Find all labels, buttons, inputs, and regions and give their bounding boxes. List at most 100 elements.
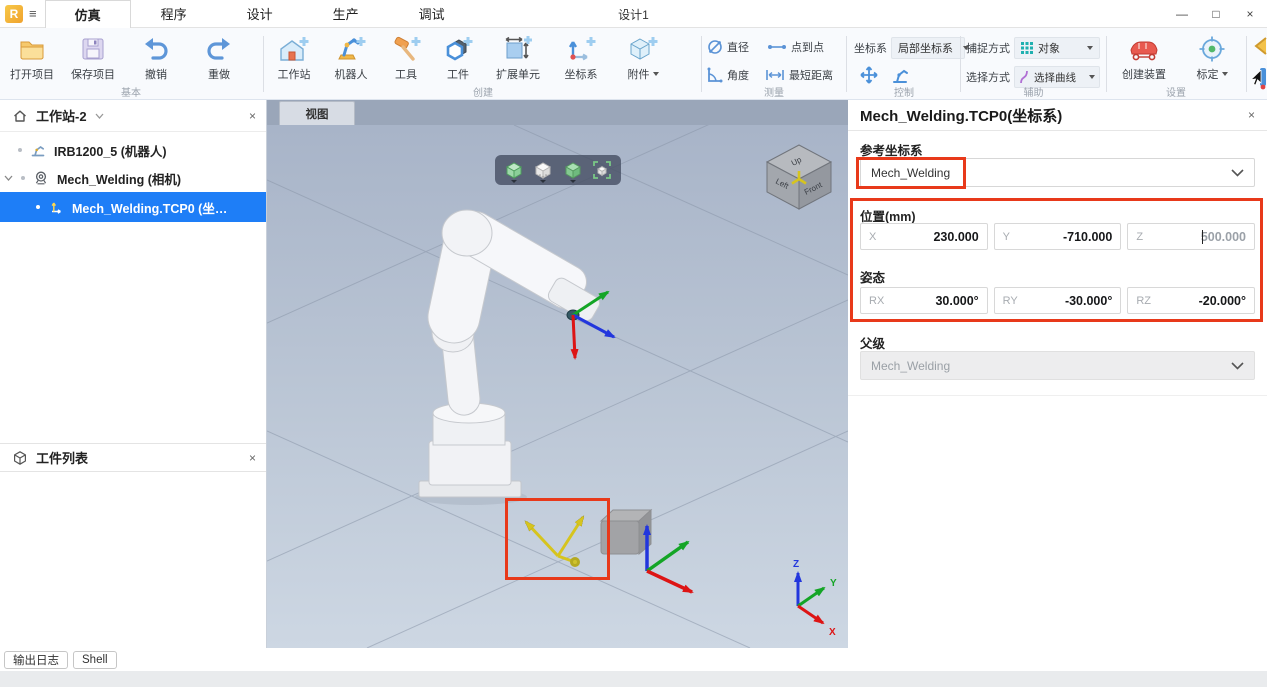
statusbar (0, 671, 1267, 687)
measure-diameter-button[interactable]: 直径 (707, 39, 749, 55)
view-isometric-button[interactable] (501, 157, 527, 183)
nav-axes: Z Y X (793, 559, 837, 638)
add-frame-button[interactable]: 坐标系 (552, 33, 610, 82)
redo-button[interactable]: 重做 (188, 33, 250, 82)
close-workpiece-panel-button[interactable]: × (249, 451, 256, 465)
shell-tab[interactable]: Shell (73, 650, 117, 669)
frame-mode-select[interactable]: 局部坐标系 (891, 37, 969, 59)
frame-mode-label: 坐标系 (854, 43, 887, 55)
zoom-fit-button[interactable] (589, 157, 615, 183)
attachment-cube-icon (628, 35, 658, 63)
curve-icon (1019, 70, 1029, 84)
add-robot-button[interactable]: 机器人 (322, 33, 380, 82)
position-fields: X 230.000 Y -710.000 Z 500.000 (860, 223, 1256, 250)
ribbon: 打开项目 保存项目 撤销 重做 基本 工作站 机器人 工具 工件 扩展单元 坐标… (0, 28, 1267, 100)
workpiece-icon (443, 35, 473, 63)
view-cube[interactable]: Up Left Front (765, 144, 833, 210)
chevron-down-icon (1231, 168, 1244, 177)
tab-simulation[interactable]: 仿真 (44, 0, 131, 28)
folder-icon (18, 35, 46, 63)
tab-debug[interactable]: 调试 (389, 0, 475, 27)
close-properties-panel-button[interactable]: × (1248, 108, 1255, 122)
snap-mode-label: 捕捉方式 (966, 43, 1010, 55)
sidebar: 工作站-2 × IRB1200_5 (机器人) Mech_Welding (相机… (0, 100, 267, 648)
tab-production[interactable]: 生产 (303, 0, 389, 27)
workstation-tree-header: 工作站-2 × (0, 100, 266, 132)
add-tool-button[interactable]: 工具 (380, 33, 432, 82)
tree-item-tcp0[interactable]: Mech_Welding.TCP0 (坐… (0, 192, 266, 222)
car-icon (1127, 35, 1161, 63)
position-y-input[interactable]: Y -710.000 (993, 223, 1122, 250)
close-button[interactable]: × (1233, 0, 1267, 28)
titlebar: R ≡ 仿真 程序 设计 生产 调试 设计1 — □ × (0, 0, 1267, 28)
world-frame-triad (643, 524, 694, 594)
tree-item-robot[interactable]: IRB1200_5 (机器人) (0, 136, 266, 164)
cube-outline-icon (12, 450, 28, 466)
posture-rx-input[interactable]: RX 30.000° (860, 287, 988, 314)
measure-shortest-distance-button[interactable]: 最短距离 (765, 67, 833, 83)
posture-ry-input[interactable]: RY -30.000° (993, 287, 1122, 314)
svg-text:X: X (829, 627, 836, 638)
workpiece-list-title: 工件列表 (36, 451, 89, 466)
undo-button[interactable]: 撤销 (124, 33, 188, 82)
maximize-button[interactable]: □ (1199, 0, 1233, 28)
undo-icon (142, 35, 170, 63)
app-logo-icon[interactable]: R (5, 4, 23, 23)
chevron-down-icon (1231, 361, 1244, 370)
close-tree-panel-button[interactable]: × (249, 109, 256, 123)
snap-mode-select[interactable]: 对象 (1014, 37, 1100, 59)
shortest-distance-icon (765, 69, 785, 81)
add-workpiece-button[interactable]: 工件 (432, 33, 484, 82)
move-icon[interactable] (860, 66, 878, 84)
measure-angle-button[interactable]: 角度 (707, 67, 749, 83)
tab-design[interactable]: 设计 (217, 0, 303, 27)
jog-robot-icon[interactable] (892, 66, 910, 84)
expand-chevron-icon[interactable] (4, 175, 13, 181)
add-workstation-button[interactable]: 工作站 (266, 33, 322, 82)
viewport: 视图 Up Left Front Z Y X (267, 100, 848, 648)
camera-box (599, 508, 653, 556)
posture-label: 姿态 (860, 271, 886, 285)
home-icon (12, 108, 28, 124)
position-z-input[interactable]: Z 500.000 (1127, 223, 1256, 250)
add-attachment-button[interactable]: 附件 (610, 33, 676, 82)
yellow-path-marker (524, 515, 585, 567)
properties-panel-title: Mech_Welding.TCP0(坐标系) (860, 107, 1063, 125)
extension-icon (503, 35, 533, 63)
tree-item-camera[interactable]: Mech_Welding (相机) (0, 164, 266, 192)
save-project-button[interactable]: 保存项目 (62, 33, 124, 82)
calibrate-dropdown-caret[interactable] (1221, 72, 1228, 76)
reference-frame-select[interactable]: Mech_Welding (860, 158, 1255, 187)
add-extension-unit-button[interactable]: 扩展单元 (484, 33, 552, 82)
attachment-dropdown-caret[interactable] (652, 72, 659, 76)
viewport-tab-view[interactable]: 视图 (279, 101, 355, 125)
hamburger-menu-icon[interactable]: ≡ (29, 6, 37, 21)
open-project-button[interactable]: 打开项目 (2, 33, 62, 82)
posture-rz-input[interactable]: RZ -20.000° (1127, 287, 1256, 314)
workstation-icon (279, 35, 309, 63)
svg-text:Z: Z (793, 559, 799, 570)
tree-robot-icon (30, 142, 46, 158)
minimize-button[interactable]: — (1165, 0, 1199, 28)
calibrate-button[interactable]: 标定 (1185, 33, 1239, 82)
measure-p2p-button[interactable]: 点到点 (767, 39, 824, 55)
bottom-tab-bar: 输出日志 Shell (0, 648, 1267, 671)
workpiece-list-header: 工件列表 × (0, 443, 266, 472)
view-shaded-button[interactable] (530, 157, 556, 183)
viewport-canvas[interactable]: Up Left Front Z Y X (267, 125, 848, 648)
view-solid-button[interactable] (560, 157, 586, 183)
robot-icon (336, 35, 366, 63)
parent-select[interactable]: Mech_Welding (860, 351, 1255, 380)
workstation-title: 工作站-2 (36, 109, 87, 124)
diameter-icon (707, 39, 723, 55)
output-log-tab[interactable]: 输出日志 (4, 650, 68, 669)
create-device-button[interactable]: 创建装置 (1113, 33, 1175, 82)
position-x-input[interactable]: X 230.000 (860, 223, 988, 250)
viewport-3d-scene: Up Left Front Z Y X (267, 125, 848, 648)
chevron-down-icon[interactable] (95, 113, 104, 119)
posture-fields: RX 30.000° RY -30.000° RZ -20.000° (860, 287, 1256, 314)
tab-program[interactable]: 程序 (131, 0, 217, 27)
tcp-frame-icon (48, 199, 64, 215)
redo-icon (205, 35, 233, 63)
viewport-view-toolbar (495, 155, 621, 185)
